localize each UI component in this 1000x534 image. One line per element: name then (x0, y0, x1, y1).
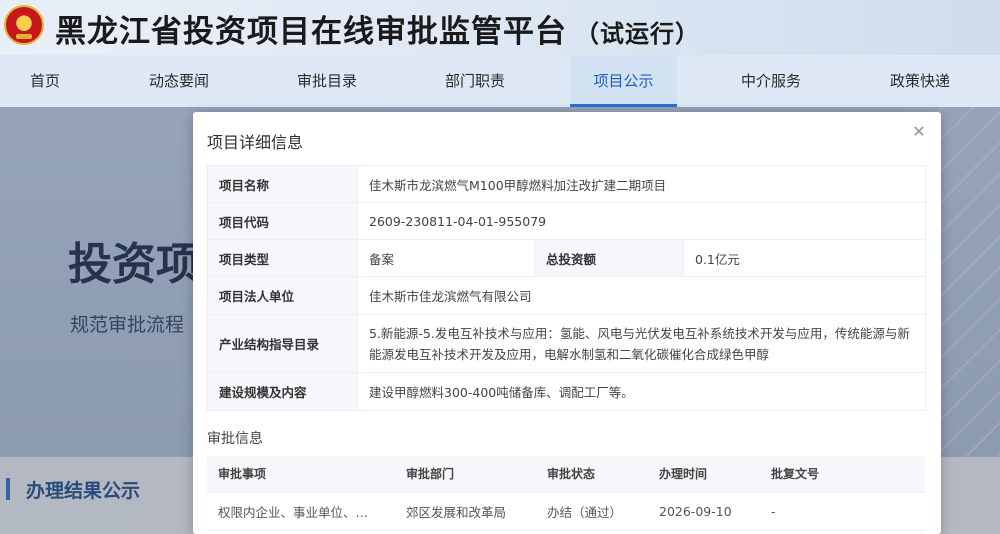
total-investment-label: 总投资额 (534, 239, 684, 277)
column-header: 审批部门 (395, 456, 536, 493)
table-row: 权限内企业、事业单位、… 郊区发展和改革局 办结（通过） 2026-09-10 … (207, 492, 925, 531)
approval-table: 审批事项 审批部门 审批状态 办理时间 批复文号 权限内企业、事业单位、… 郊区… (207, 456, 925, 531)
project-type-label: 项目类型 (207, 239, 358, 277)
project-code-label: 项目代码 (207, 202, 358, 240)
legal-entity-value: 佳木斯市佳龙滨燃气有限公司 (357, 276, 926, 315)
site-header: 黑龙江省投资项目在线审批监管平台 （试运行） (0, 0, 1000, 55)
legal-entity-label: 项目法人单位 (207, 276, 358, 315)
close-icon[interactable]: ✕ (911, 124, 927, 140)
detail-row-type: 项目类型 备案 总投资额 0.1亿元 (207, 239, 926, 277)
column-header: 审批事项 (207, 456, 395, 493)
site-subtitle: （试运行） (575, 20, 700, 48)
detail-row-industry: 产业结构指导目录 5.新能源-5.发电互补技术与应用：氢能、风电与光伏发电互补系… (207, 314, 926, 373)
nav-departments[interactable]: 部门职责 (416, 55, 534, 107)
national-emblem-icon (4, 5, 44, 45)
nav-project-publicity[interactable]: 项目公示 (570, 55, 677, 107)
main-nav: 首页 动态要闻 审批目录 部门职责 项目公示 中介服务 政策快递 (0, 55, 1000, 107)
project-code-value: 2609-230811-04-01-955079 (357, 202, 926, 240)
approval-document-number: - (760, 492, 925, 531)
approval-heading: 审批信息 (207, 431, 263, 447)
construction-scale-value: 建设甲醇燃料300-400吨储备库、调配工厂等。 (357, 372, 926, 411)
column-header: 审批状态 (536, 456, 648, 493)
dialog-title: 项目详细信息 (207, 133, 304, 152)
detail-row-legal: 项目法人单位 佳木斯市佳龙滨燃气有限公司 (207, 276, 926, 315)
site-title: 黑龙江省投资项目在线审批监管平台 （试运行） (55, 14, 700, 50)
construction-scale-label: 建设规模及内容 (207, 372, 358, 411)
nav-catalog[interactable]: 审批目录 (268, 55, 386, 107)
approval-status: 办结（通过） (536, 492, 648, 531)
nav-home[interactable]: 首页 (0, 55, 90, 107)
nav-intermediary[interactable]: 中介服务 (712, 55, 830, 107)
industry-catalog-label: 产业结构指导目录 (207, 314, 358, 373)
total-investment-value: 0.1亿元 (683, 239, 926, 277)
approval-department: 郊区发展和改革局 (395, 492, 536, 531)
approval-header-row: 审批事项 审批部门 审批状态 办理时间 批复文号 (207, 456, 925, 493)
nav-policy[interactable]: 政策快递 (860, 55, 980, 107)
industry-catalog-value: 5.新能源-5.发电互补技术与应用：氢能、风电与光伏发电互补系统技术开发与应用，… (357, 314, 926, 373)
column-header: 批复文号 (760, 456, 925, 493)
project-detail-dialog: 项目详细信息 ✕ 项目名称 佳木斯市龙滨燃气M100甲醇燃料加注改扩建二期项目 … (193, 112, 941, 534)
detail-row-name: 项目名称 佳木斯市龙滨燃气M100甲醇燃料加注改扩建二期项目 (207, 165, 926, 203)
detail-row-scale: 建设规模及内容 建设甲醇燃料300-400吨储备库、调配工厂等。 (207, 372, 926, 411)
column-header: 办理时间 (648, 456, 760, 493)
project-detail-table: 项目名称 佳木斯市龙滨燃气M100甲醇燃料加注改扩建二期项目 项目代码 2609… (207, 165, 926, 411)
project-name-value: 佳木斯市龙滨燃气M100甲醇燃料加注改扩建二期项目 (357, 165, 926, 203)
nav-news[interactable]: 动态要闻 (120, 55, 238, 107)
project-type-value: 备案 (357, 239, 535, 277)
approval-item: 权限内企业、事业单位、… (207, 492, 395, 531)
approval-time: 2026-09-10 (648, 492, 760, 531)
project-name-label: 项目名称 (207, 165, 358, 203)
detail-row-code: 项目代码 2609-230811-04-01-955079 (207, 202, 926, 240)
